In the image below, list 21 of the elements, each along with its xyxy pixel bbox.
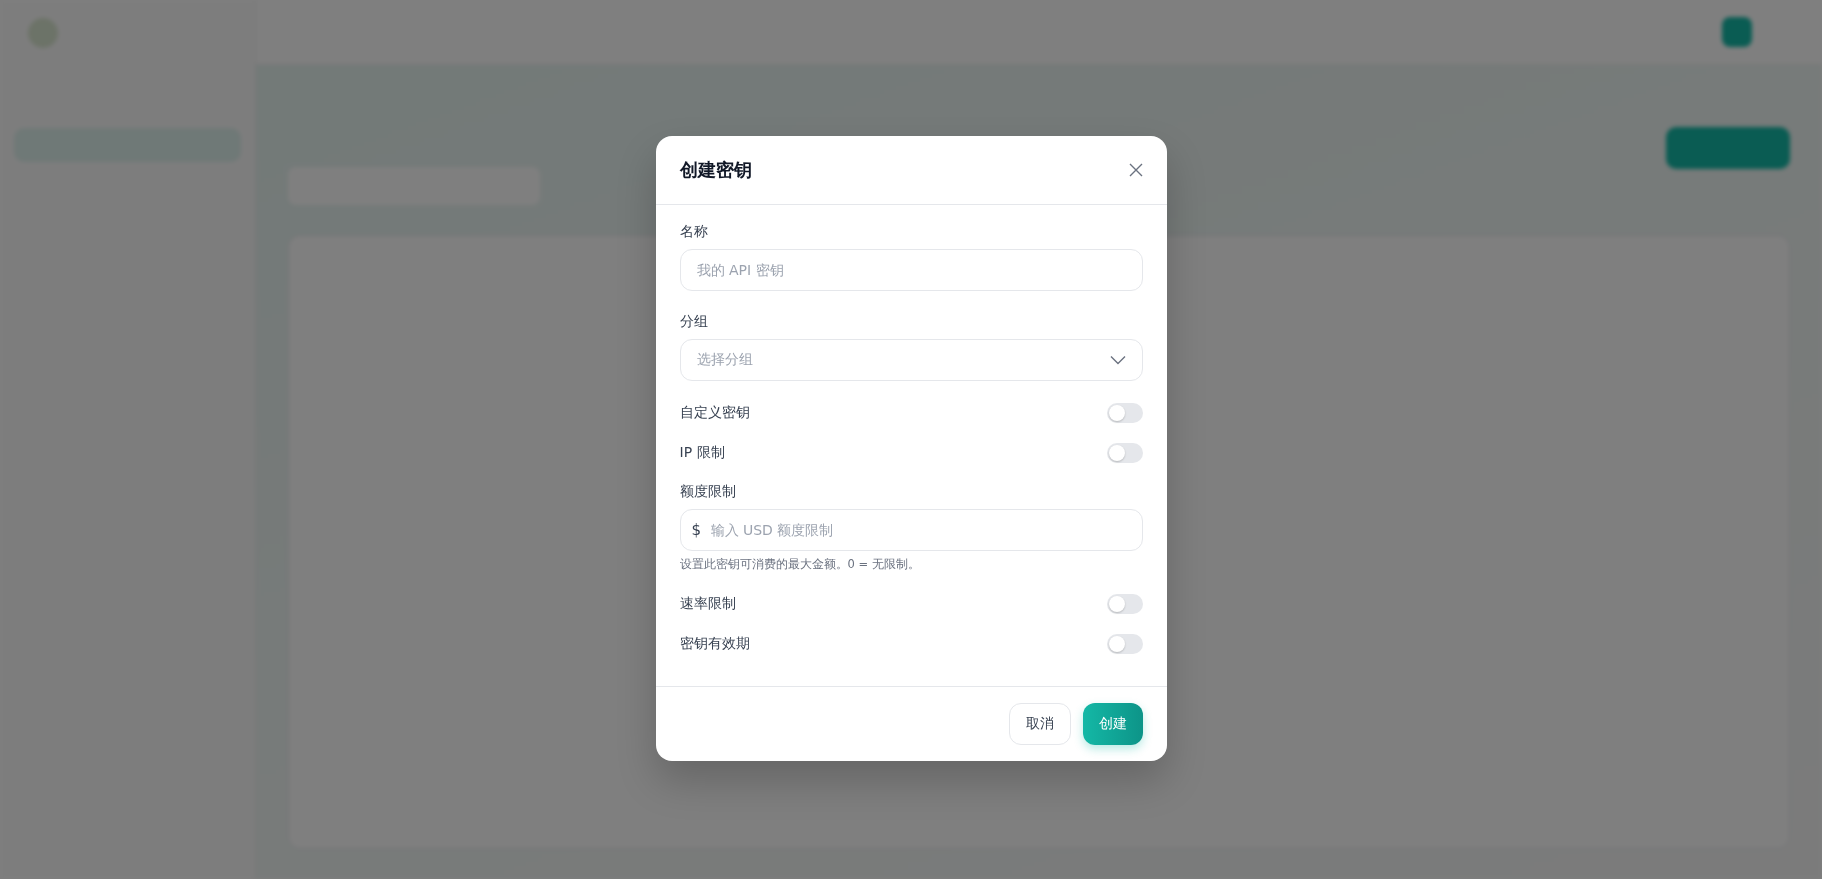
cancel-button[interactable]: 取消 [1008, 703, 1071, 745]
toggle-switch[interactable] [1106, 403, 1143, 423]
currency-prefix: $ [691, 520, 702, 540]
toggle-label: IP 限制 [679, 444, 725, 462]
field-label: 额度限制 [679, 483, 737, 501]
field-label: 名称 [679, 223, 709, 241]
close-icon[interactable] [1128, 163, 1143, 177]
group-select-field[interactable]: 选择分组 [679, 339, 1143, 381]
toggle-switch[interactable] [1106, 443, 1143, 463]
chevron-down-icon [1109, 355, 1126, 365]
toggle-label: 自定义密钥 [679, 404, 750, 422]
dialog-title: 创建密钥 [679, 158, 752, 182]
field-hint: 设置此密钥可消费的最大金额。0 = 无限制。 [679, 557, 921, 572]
toggle-switch[interactable] [1106, 594, 1143, 614]
create-button[interactable]: 创建 [1082, 703, 1143, 745]
avatar-icon [1722, 17, 1752, 47]
toggle-switch[interactable] [1106, 634, 1143, 654]
toggle-label: 密钥有效期 [679, 635, 750, 653]
name-input-field[interactable]: 我的 API 密钥 [679, 249, 1143, 291]
field-label: 分组 [679, 313, 709, 331]
toggle-label: 速率限制 [679, 595, 736, 613]
